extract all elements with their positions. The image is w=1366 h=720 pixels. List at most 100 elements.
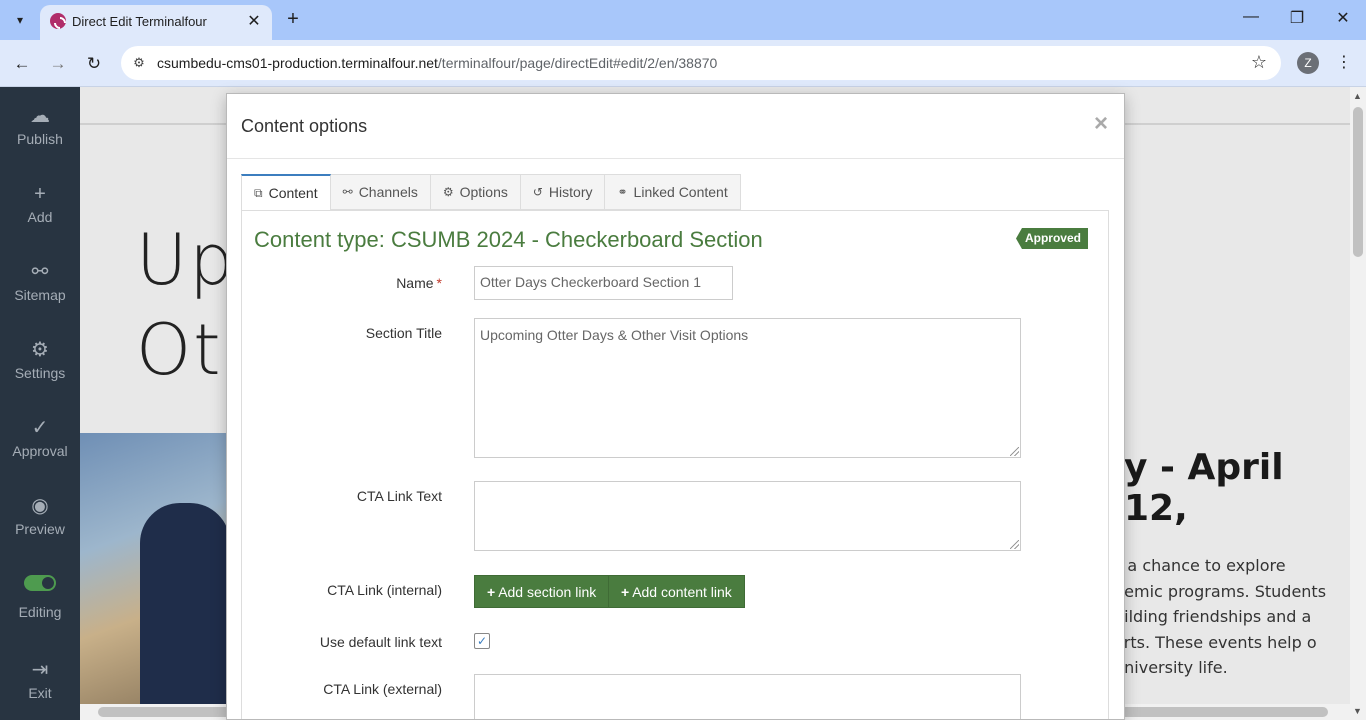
- tab-label-history: History: [548, 184, 593, 200]
- use-default-link-text-label: Use default link text: [319, 634, 442, 650]
- plus-icon: +: [621, 584, 630, 600]
- content-options-modal: Content options × ⧉ Content ⚯ Channels ⚙…: [226, 93, 1125, 720]
- tab-search-chevron-icon[interactable]: ▾: [8, 8, 32, 32]
- page-heading-line1: Up: [136, 219, 236, 301]
- tab-linked-content[interactable]: ⚭ Linked Content: [605, 174, 741, 210]
- forward-arrow-icon[interactable]: →: [46, 52, 70, 76]
- name-label: Name *: [242, 275, 442, 291]
- sidebar-item-sitemap[interactable]: ⚯ Sitemap: [0, 261, 80, 303]
- tab-content[interactable]: ⧉ Content: [241, 174, 331, 211]
- cta-link-text-field[interactable]: [474, 481, 1021, 551]
- sidebar-label-preview: Preview: [15, 521, 65, 537]
- sidebar-label-sitemap: Sitemap: [14, 287, 66, 303]
- required-asterisk: *: [436, 275, 442, 291]
- cta-link-external-label: CTA Link (external): [323, 681, 442, 697]
- vertical-scroll-thumb[interactable]: [1353, 107, 1363, 257]
- site-info-icon[interactable]: ⚙: [129, 53, 149, 73]
- scroll-down-icon[interactable]: ▼: [1353, 706, 1362, 716]
- add-content-link-button[interactable]: + Add content link: [608, 575, 745, 608]
- sidebar-label-settings: Settings: [14, 365, 66, 381]
- back-arrow-icon[interactable]: ←: [10, 52, 34, 76]
- sidebar-item-editing[interactable]: Editing: [0, 575, 80, 620]
- event-text: s a chance to explore demic programs. St…: [1114, 556, 1327, 677]
- tab-channels[interactable]: ⚯ Channels: [330, 174, 431, 210]
- status-badge: Approved: [1015, 228, 1088, 249]
- reload-icon[interactable]: ↻: [82, 52, 106, 76]
- tab-close-icon[interactable]: ✕: [244, 11, 264, 31]
- bookmark-star-icon[interactable]: ☆: [1251, 52, 1267, 73]
- browser-tab[interactable]: Direct Edit Terminalfour ✕: [40, 5, 272, 40]
- sitemap-icon: ⚯: [31, 261, 49, 283]
- section-title-label: Section Title: [365, 325, 442, 341]
- page-heading: Up Ot: [136, 215, 236, 395]
- page-photo: [80, 433, 230, 720]
- section-title-value: Upcoming Otter Days & Other Visit Option…: [480, 327, 749, 343]
- sidebar-label-publish: Publish: [17, 131, 63, 147]
- editing-toggle[interactable]: [24, 575, 56, 591]
- resize-grip-icon[interactable]: [1010, 540, 1019, 549]
- modal-close-icon[interactable]: ×: [1094, 110, 1108, 138]
- plus-icon: +: [487, 584, 496, 600]
- use-default-link-text-checkbox[interactable]: ✓: [474, 633, 490, 649]
- tab-label-channels: Channels: [358, 184, 418, 200]
- minimize-icon[interactable]: —: [1236, 8, 1266, 26]
- window-close-icon[interactable]: ✕: [1328, 8, 1358, 28]
- sitemap-icon: ⚯: [342, 185, 353, 199]
- terminalfour-favicon-icon: [50, 13, 66, 29]
- profile-avatar[interactable]: Z: [1297, 52, 1319, 74]
- checkmark-icon: ✓: [31, 417, 49, 439]
- sidebar-item-publish[interactable]: ☁ Publish: [0, 105, 80, 147]
- name-label-text: Name: [396, 275, 434, 291]
- url-text[interactable]: csumbedu-cms01-production.terminalfour.n…: [157, 55, 717, 71]
- sidebar-item-approval[interactable]: ✓ Approval: [0, 417, 80, 459]
- tab-label-options: Options: [459, 184, 508, 200]
- modal-header: Content options ×: [227, 94, 1124, 159]
- page-heading-line2: Ot: [136, 309, 223, 391]
- link-icon: ⚭: [617, 185, 628, 199]
- photo-person: [140, 503, 230, 720]
- tab-label-linked-content: Linked Content: [633, 184, 728, 200]
- add-content-link-label: Add content link: [632, 584, 732, 600]
- browser-tab-bar: ▾ Direct Edit Terminalfour ✕ + — ❐ ✕: [0, 0, 1366, 40]
- sidebar-item-settings[interactable]: ⚙ Settings: [0, 339, 80, 381]
- add-section-link-button[interactable]: + Add section link: [474, 575, 610, 608]
- content-type-heading: Content type: CSUMB 2024 - Checkerboard …: [254, 227, 763, 252]
- cta-link-text-label: CTA Link Text: [356, 488, 442, 504]
- name-field[interactable]: Otter Days Checkerboard Section 1: [474, 266, 733, 300]
- section-title-field[interactable]: Upcoming Otter Days & Other Visit Option…: [474, 318, 1021, 458]
- tab-options[interactable]: ⚙ Options: [430, 174, 521, 210]
- browser-menu-icon[interactable]: ⋮: [1336, 52, 1352, 72]
- sidebar-item-add[interactable]: + Add: [0, 183, 80, 225]
- scroll-up-icon[interactable]: ▲: [1353, 91, 1362, 101]
- cta-link-external-field[interactable]: [474, 674, 1021, 719]
- modal-tabs: ⧉ Content ⚯ Channels ⚙ Options ↺ History…: [241, 174, 741, 211]
- sidebar-label-editing: Editing: [18, 604, 62, 620]
- sidebar-item-exit[interactable]: ⇥ Exit: [0, 659, 80, 701]
- cta-link-internal-label: CTA Link (internal): [327, 582, 442, 598]
- sidebar-label-add: Add: [27, 209, 53, 225]
- cubes-icon: ⧉: [254, 185, 263, 200]
- sidebar-label-exit: Exit: [28, 685, 52, 701]
- url-host: csumbedu-cms01-production.terminalfour.n…: [157, 55, 438, 71]
- gear-icon: ⚙: [31, 339, 49, 361]
- new-tab-plus-icon[interactable]: +: [282, 8, 304, 30]
- sidebar-item-preview[interactable]: ◉ Preview: [0, 495, 80, 537]
- eye-icon: ◉: [31, 495, 49, 517]
- address-bar-row: ← → ↻ ⚙ csumbedu-cms01-production.termin…: [0, 40, 1366, 87]
- url-bar[interactable]: ⚙ csumbedu-cms01-production.terminalfour…: [121, 46, 1281, 80]
- sidebar-label-approval: Approval: [12, 443, 68, 459]
- event-heading: y - April 12,: [1124, 447, 1284, 529]
- page-vertical-scrollbar[interactable]: ▲ ▼: [1350, 87, 1366, 720]
- content-tab-panel: Content type: CSUMB 2024 - Checkerboard …: [241, 210, 1109, 719]
- tab-label-content: Content: [268, 185, 318, 201]
- restore-icon[interactable]: ❐: [1282, 8, 1312, 28]
- resize-grip-icon[interactable]: [1010, 447, 1019, 456]
- direct-edit-sidebar: ☁ Publish + Add ⚯ Sitemap ⚙ Settings ✓ A…: [0, 87, 80, 720]
- modal-title: Content options: [241, 116, 368, 136]
- plus-icon: +: [34, 183, 46, 205]
- tab-history[interactable]: ↺ History: [520, 174, 606, 210]
- gears-icon: ⚙: [442, 185, 454, 199]
- add-section-link-label: Add section link: [498, 584, 597, 600]
- cloud-upload-icon: ☁: [30, 105, 50, 127]
- url-path: /terminalfour/page/directEdit#edit/2/en/…: [437, 55, 718, 71]
